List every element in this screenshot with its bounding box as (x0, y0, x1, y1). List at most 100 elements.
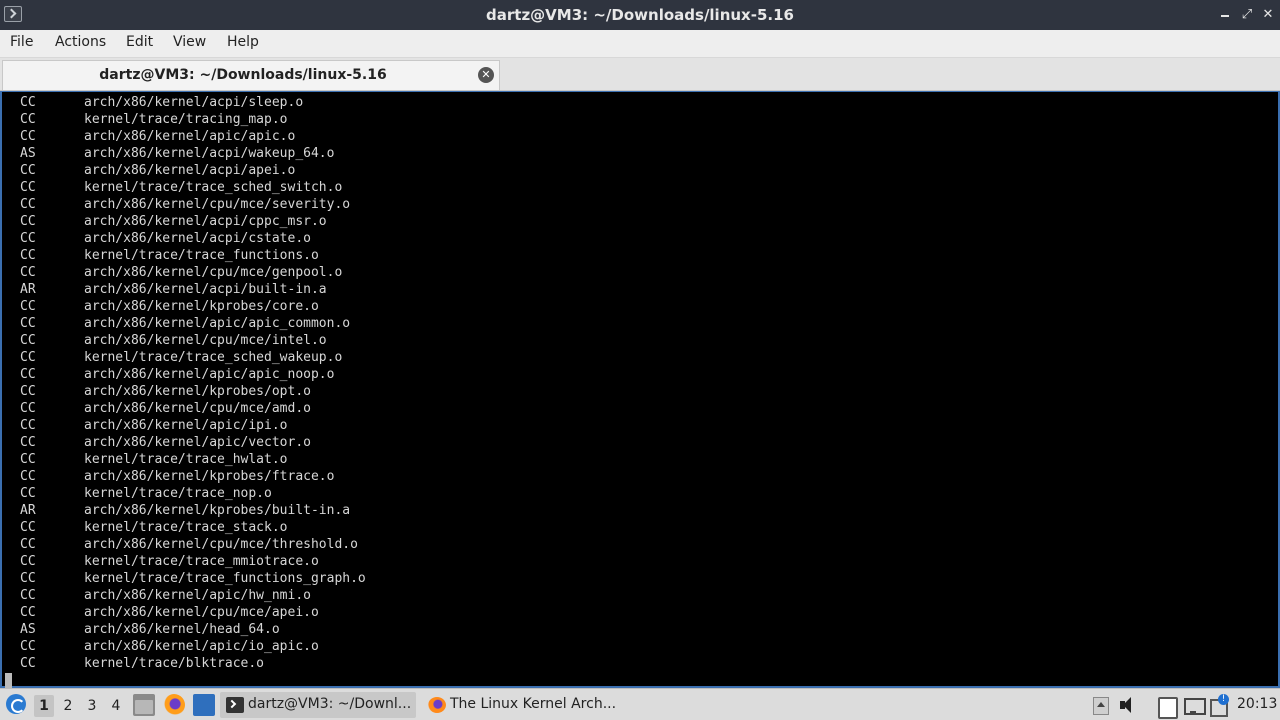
build-object-path: arch/x86/kernel/cpu/mce/genpool.o (84, 265, 343, 280)
build-step-code: CC (20, 384, 36, 399)
build-object-path: arch/x86/kernel/head_64.o (84, 622, 280, 637)
task-firefox[interactable]: The Linux Kernel Arch... (422, 692, 622, 718)
build-step-code: CC (20, 214, 36, 229)
show-desktop-icon[interactable] (193, 694, 215, 716)
build-object-path: kernel/trace/blktrace.o (84, 656, 265, 671)
build-step-code: AS (20, 622, 36, 637)
build-step-code: CC (20, 316, 36, 331)
minimize-button[interactable] (1215, 5, 1235, 25)
build-object-path: arch/x86/kernel/cpu/mce/apei.o (84, 605, 319, 620)
terminal-line: CC arch/x86/kernel/acpi/cstate.o (20, 230, 311, 247)
build-object-path: arch/x86/kernel/cpu/mce/amd.o (84, 401, 311, 416)
terminal-tab[interactable]: dartz@VM3: ~/Downloads/linux-5.16 ✕ (2, 60, 500, 90)
terminal-line: CC kernel/trace/trace_functions_graph.o (20, 570, 366, 587)
start-menu-icon[interactable] (6, 694, 26, 714)
terminal-line: CC arch/x86/kernel/apic/io_apic.o (20, 638, 319, 655)
build-step-code: CC (20, 129, 36, 144)
task-terminal[interactable]: dartz@VM3: ~/Downl... (220, 692, 416, 718)
clock[interactable]: 20:13 (1237, 696, 1277, 712)
terminal-line: CC kernel/trace/blktrace.o (20, 655, 264, 672)
menu-view[interactable]: View (173, 34, 206, 50)
build-object-path: arch/x86/kernel/kprobes/built-in.a (84, 503, 351, 518)
workspace-4[interactable]: 4 (106, 695, 126, 717)
terminal-line: CC arch/x86/kernel/cpu/mce/genpool.o (20, 264, 342, 281)
tab-close-icon[interactable]: ✕ (478, 67, 494, 83)
build-object-path: arch/x86/kernel/apic/apic.o (84, 129, 296, 144)
build-object-path: arch/x86/kernel/cpu/mce/severity.o (84, 197, 351, 212)
terminal-line: CC arch/x86/kernel/cpu/mce/severity.o (20, 196, 350, 213)
build-step-code: CC (20, 605, 36, 620)
build-object-path: arch/x86/kernel/acpi/cppc_msr.o (84, 214, 327, 229)
terminal-line: CC kernel/trace/trace_sched_switch.o (20, 179, 342, 196)
task-terminal-label: dartz@VM3: ~/Downl... (248, 696, 412, 712)
menu-edit[interactable]: Edit (126, 34, 153, 50)
terminal-output[interactable]: CC arch/x86/kernel/acpi/sleep.o CC kernel/t… (0, 91, 1280, 688)
terminal-line: CC arch/x86/kernel/acpi/sleep.o (20, 94, 303, 111)
build-object-path: arch/x86/kernel/apic/vector.o (84, 435, 311, 450)
build-object-path: arch/x86/kernel/acpi/cstate.o (84, 231, 311, 246)
build-step-code: CC (20, 588, 36, 603)
build-object-path: arch/x86/kernel/cpu/mce/intel.o (84, 333, 327, 348)
build-step-code: CC (20, 656, 36, 671)
terminal-line: CC arch/x86/kernel/acpi/cppc_msr.o (20, 213, 327, 230)
terminal-line: CC arch/x86/kernel/apic/apic.o (20, 128, 295, 145)
terminal-line: AR arch/x86/kernel/acpi/built-in.a (20, 281, 327, 298)
build-step-code: CC (20, 163, 36, 178)
build-object-path: kernel/trace/trace_hwlat.o (84, 452, 288, 467)
build-object-path: arch/x86/kernel/apic/apic_common.o (84, 316, 351, 331)
build-step-code: CC (20, 299, 36, 314)
tab-bar: dartz@VM3: ~/Downloads/linux-5.16 ✕ (0, 58, 1280, 91)
network-icon[interactable] (1182, 694, 1206, 716)
build-step-code: CC (20, 350, 36, 365)
build-object-path: arch/x86/kernel/kprobes/core.o (84, 299, 319, 314)
window-titlebar[interactable]: dartz@VM3: ~/Downloads/linux-5.16 ⤢ ✕ (0, 0, 1280, 30)
close-window-button[interactable]: ✕ (1258, 5, 1278, 25)
build-step-code: CC (20, 537, 36, 552)
build-object-path: arch/x86/kernel/kprobes/ftrace.o (84, 469, 335, 484)
terminal-icon (226, 697, 244, 713)
tab-label: dartz@VM3: ~/Downloads/linux-5.16 (99, 67, 387, 83)
menu-help[interactable]: Help (227, 34, 259, 50)
workspace-3[interactable]: 3 (82, 695, 102, 717)
build-object-path: arch/x86/kernel/acpi/wakeup_64.o (84, 146, 335, 161)
build-step-code: CC (20, 95, 36, 110)
firefox-launcher-icon[interactable] (163, 694, 185, 716)
build-step-code: CC (20, 639, 36, 654)
workspace-2[interactable]: 2 (58, 695, 78, 717)
volume-icon[interactable] (1117, 694, 1139, 716)
build-object-path: arch/x86/kernel/apic/io_apic.o (84, 639, 319, 654)
build-object-path: kernel/trace/trace_stack.o (84, 520, 288, 535)
build-step-code: CC (20, 333, 36, 348)
menu-actions[interactable]: Actions (55, 34, 106, 50)
workspace-1[interactable]: 1 (34, 695, 54, 717)
terminal-line: CC kernel/trace/trace_sched_wakeup.o (20, 349, 342, 366)
menu-file[interactable]: File (10, 34, 33, 50)
build-step-code: AS (20, 146, 36, 161)
build-object-path: kernel/trace/trace_sched_switch.o (84, 180, 343, 195)
menu-bar: File Actions Edit View Help (0, 30, 1280, 58)
clipboard-icon[interactable] (1155, 694, 1178, 719)
terminal-line: CC arch/x86/kernel/cpu/mce/apei.o (20, 604, 319, 621)
file-manager-icon[interactable] (133, 694, 155, 716)
terminal-cursor (5, 673, 12, 688)
maximize-button[interactable]: ⤢ (1237, 5, 1257, 25)
build-step-code: CC (20, 197, 36, 212)
build-step-code: AR (20, 282, 36, 297)
terminal-line: CC kernel/trace/trace_nop.o (20, 485, 272, 502)
updates-icon[interactable] (1208, 694, 1230, 717)
build-step-code: AR (20, 503, 36, 518)
build-object-path: arch/x86/kernel/apic/apic_noop.o (84, 367, 335, 382)
tray-expand-icon[interactable] (1090, 694, 1112, 716)
terminal-line: AR arch/x86/kernel/kprobes/built-in.a (20, 502, 350, 519)
build-step-code: CC (20, 112, 36, 127)
build-step-code: CC (20, 452, 36, 467)
build-object-path: arch/x86/kernel/acpi/built-in.a (84, 282, 327, 297)
terminal-line: CC arch/x86/kernel/apic/hw_nmi.o (20, 587, 311, 604)
build-object-path: arch/x86/kernel/apic/hw_nmi.o (84, 588, 311, 603)
build-object-path: arch/x86/kernel/cpu/mce/threshold.o (84, 537, 358, 552)
build-step-code: CC (20, 520, 36, 535)
build-step-code: CC (20, 469, 36, 484)
terminal-line: CC kernel/trace/tracing_map.o (20, 111, 288, 128)
firefox-icon (428, 697, 446, 713)
build-step-code: CC (20, 435, 36, 450)
